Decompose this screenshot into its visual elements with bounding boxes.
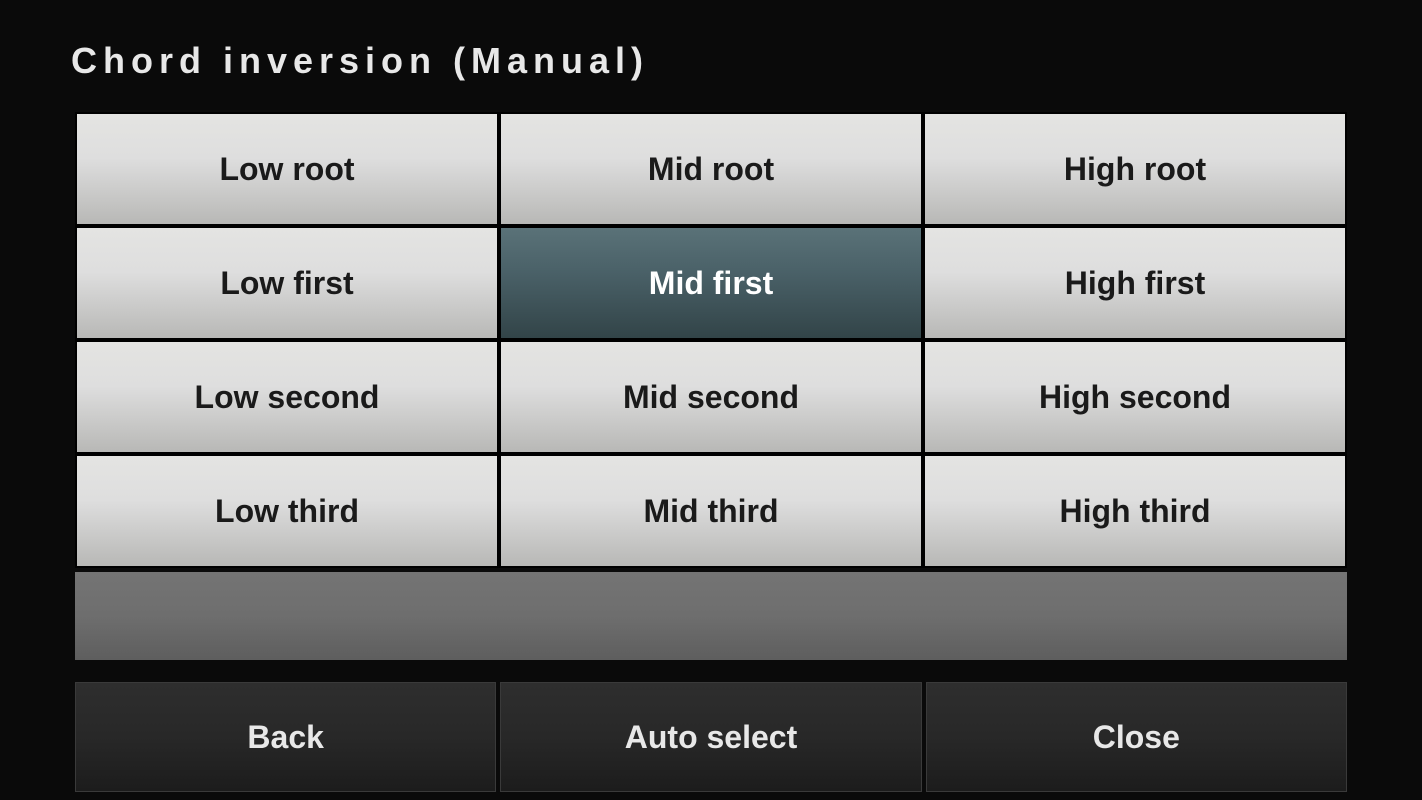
inversion-grid: Low root Mid root High root Low first Mi… (75, 112, 1347, 568)
inversion-mid-root[interactable]: Mid root (501, 114, 921, 224)
auto-select-button[interactable]: Auto select (500, 682, 921, 792)
page-title: Chord inversion (Manual) (71, 40, 1347, 82)
close-button[interactable]: Close (926, 682, 1347, 792)
inversion-low-root[interactable]: Low root (77, 114, 497, 224)
inversion-high-third[interactable]: High third (925, 456, 1345, 566)
inversion-mid-second[interactable]: Mid second (501, 342, 921, 452)
inversion-high-root[interactable]: High root (925, 114, 1345, 224)
inversion-low-first[interactable]: Low first (77, 228, 497, 338)
status-bar (75, 572, 1347, 660)
inversion-high-first[interactable]: High first (925, 228, 1345, 338)
inversion-high-second[interactable]: High second (925, 342, 1345, 452)
inversion-mid-third[interactable]: Mid third (501, 456, 921, 566)
back-button[interactable]: Back (75, 682, 496, 792)
inversion-low-second[interactable]: Low second (77, 342, 497, 452)
inversion-low-third[interactable]: Low third (77, 456, 497, 566)
inversion-mid-first[interactable]: Mid first (501, 228, 921, 338)
footer-bar: Back Auto select Close (75, 682, 1347, 792)
